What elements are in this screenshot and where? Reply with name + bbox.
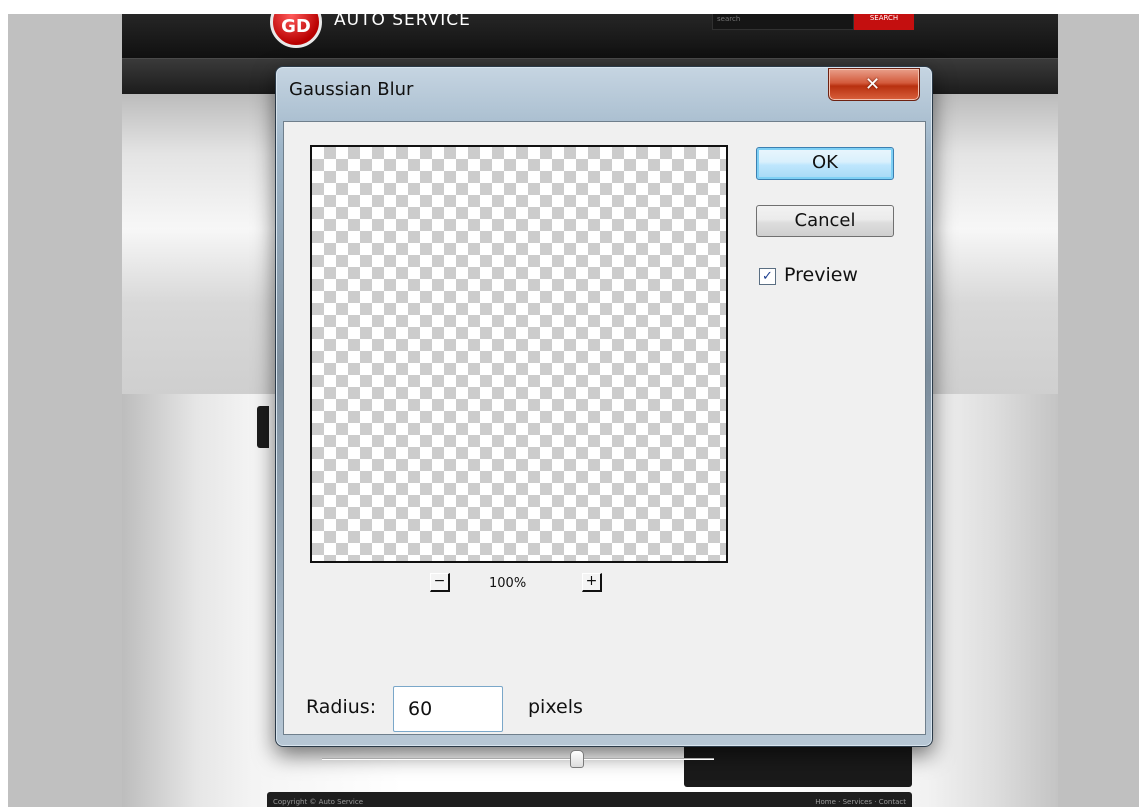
page-margin-left bbox=[0, 0, 8, 807]
ok-button[interactable]: OK bbox=[756, 147, 894, 180]
page-margin-top bbox=[8, 0, 1139, 14]
dialog-title: Gaussian Blur bbox=[289, 79, 414, 100]
site-search-input: search bbox=[712, 14, 854, 30]
gaussian-blur-dialog: Gaussian Blur ✕ − 100% + OK Cancel ✓ Pre… bbox=[275, 66, 933, 768]
radius-label: Radius: bbox=[306, 696, 377, 718]
zoom-out-button[interactable]: − bbox=[430, 573, 450, 592]
site-footer-links: Home · Services · Contact bbox=[815, 798, 906, 806]
blur-preview-canvas[interactable] bbox=[310, 145, 728, 563]
radius-unit-label: pixels bbox=[528, 696, 583, 718]
zoom-in-button[interactable]: + bbox=[582, 573, 602, 592]
close-icon: ✕ bbox=[865, 74, 881, 95]
dialog-body: − 100% + OK Cancel ✓ Preview Radius: 60 … bbox=[283, 121, 926, 768]
canvas-pasteboard-left bbox=[8, 14, 122, 807]
zoom-level-label: 100% bbox=[489, 576, 527, 591]
site-header: GD AUTO SERVICE search SEARCH bbox=[122, 14, 1058, 58]
site-slider-arrow bbox=[257, 406, 269, 448]
cancel-button[interactable]: Cancel bbox=[756, 205, 894, 237]
site-logo-badge: GD bbox=[270, 14, 322, 48]
site-logo-text: AUTO SERVICE bbox=[334, 14, 471, 30]
radius-slider-thumb[interactable] bbox=[569, 750, 584, 768]
site-footer: Copyright © Auto Service Home · Services… bbox=[267, 792, 912, 807]
preview-checkbox[interactable]: ✓ bbox=[759, 268, 776, 285]
close-button[interactable]: ✕ bbox=[828, 68, 920, 101]
site-search-button: SEARCH bbox=[854, 14, 914, 30]
preview-checkbox-label[interactable]: Preview bbox=[784, 264, 858, 286]
canvas-pasteboard-right bbox=[1058, 14, 1139, 807]
site-footer-copyright: Copyright © Auto Service bbox=[273, 798, 364, 806]
radius-input[interactable]: 60 bbox=[393, 686, 503, 732]
radius-slider-track[interactable] bbox=[322, 758, 714, 760]
site-lower-panel bbox=[684, 741, 912, 787]
